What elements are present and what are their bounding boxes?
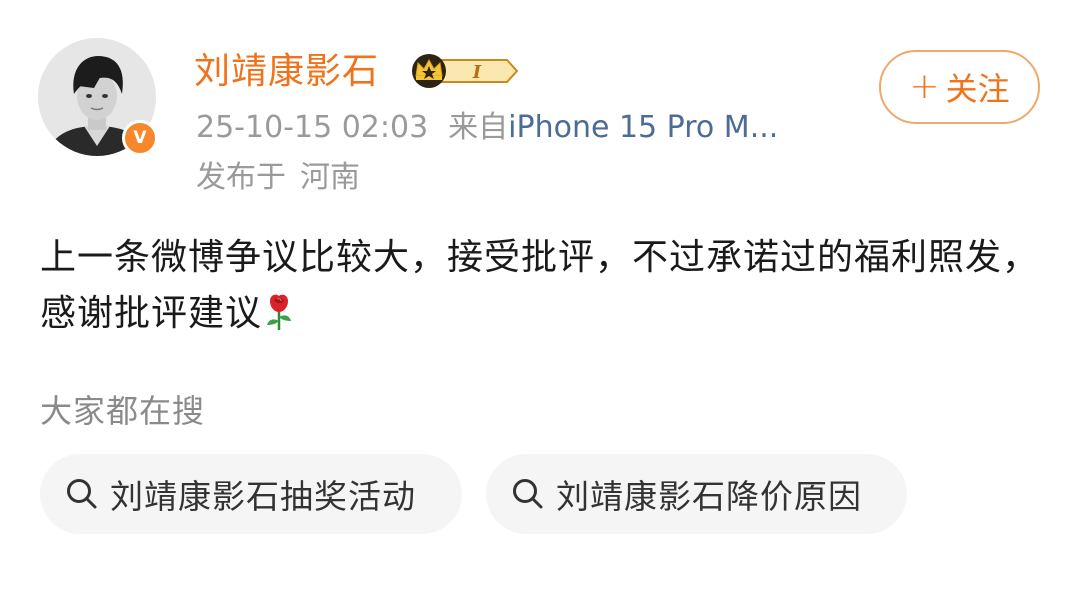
- verified-badge-icon: V: [122, 120, 158, 156]
- user-name[interactable]: 刘靖康影石: [194, 50, 379, 94]
- search-icon: [513, 479, 543, 509]
- rose-icon: [267, 294, 292, 330]
- source-prefix: 来自: [448, 110, 509, 145]
- vip-level-text: I: [472, 62, 482, 83]
- weibo-post-card: V 刘靖康影石 I 25-10-15 02:03 来自iPhone 15 Pro …: [0, 0, 1080, 593]
- trending-search-label: 刘靖康影石降价原因: [556, 477, 862, 516]
- post-text: 上一条微博争议比较大，接受批评，不过承诺过的福利照发，感谢批评建议: [40, 230, 1040, 342]
- trending-search-chip[interactable]: 刘靖康影石降价原因: [486, 454, 907, 534]
- plus-icon: +: [909, 66, 940, 107]
- post-meta: 25-10-15 02:03 来自iPhone 15 Pro M...: [196, 108, 778, 148]
- source-device-link[interactable]: iPhone 15 Pro M...: [508, 110, 778, 145]
- post-location: 发布于 河南: [196, 158, 360, 198]
- trending-search-chip[interactable]: 刘靖康影石抽奖活动: [40, 454, 462, 534]
- follow-label: 关注: [945, 70, 1010, 108]
- post-body-text: 上一条微博争议比较大，接受批评，不过承诺过的福利照发，感谢批评建议: [40, 237, 1040, 334]
- trending-search-label: 刘靖康影石抽奖活动: [110, 477, 416, 516]
- search-icon: [67, 479, 97, 509]
- post-timestamp: 25-10-15 02:03: [196, 110, 429, 145]
- vip-level-badge-icon[interactable]: I: [407, 52, 519, 90]
- trending-searches-title: 大家都在搜: [40, 392, 206, 430]
- follow-button[interactable]: + 关注: [879, 50, 1040, 124]
- location-prefix: 发布于: [196, 160, 286, 195]
- location-name: 河南: [300, 160, 360, 195]
- avatar[interactable]: V: [38, 38, 158, 156]
